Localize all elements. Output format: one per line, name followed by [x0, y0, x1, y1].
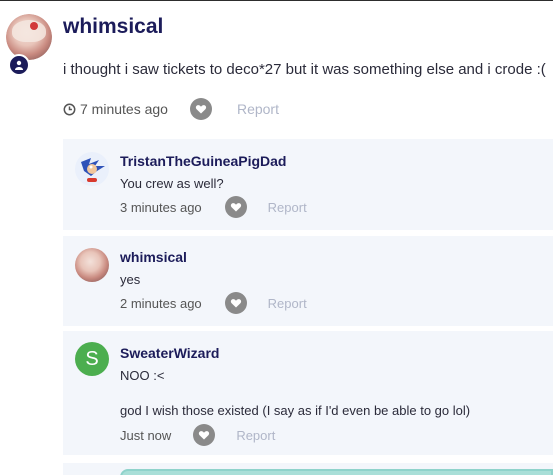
like-heart-icon[interactable] [224, 292, 247, 314]
reply-author-avatar[interactable] [75, 248, 109, 282]
reply-timestamp: 3 minutes ago [120, 199, 202, 215]
reply-meta: Just now Report [120, 424, 275, 446]
reply-input[interactable] [120, 469, 553, 475]
reply-author-name[interactable]: whimsical [120, 249, 187, 265]
avatar-letter: S [85, 347, 99, 370]
reply-author-avatar[interactable]: S [75, 342, 109, 376]
post-timestamp: 7 minutes ago [80, 101, 168, 117]
reply-author-avatar[interactable] [75, 152, 109, 186]
post-author-name[interactable]: whimsical [63, 15, 163, 39]
post-body: i thought i saw tickets to deco*27 but i… [63, 61, 546, 78]
like-heart-icon[interactable] [193, 424, 216, 446]
reply-item: whimsical yes 2 minutes ago Report [63, 236, 553, 326]
reply-item: TristanTheGuineaPigDad You crew as well?… [63, 139, 553, 230]
reply-body-line: god I wish those existed (I say as if I'… [120, 403, 471, 418]
like-heart-icon[interactable] [224, 196, 247, 218]
report-link[interactable]: Report [268, 200, 307, 215]
reply-timestamp: Just now [120, 427, 172, 443]
reply-timestamp: 2 minutes ago [120, 295, 202, 311]
reply-meta: 3 minutes ago Report [120, 196, 307, 218]
user-badge-icon [8, 54, 30, 76]
reply-item: S SweaterWizard NOO :< god I wish those … [63, 331, 553, 455]
post-author-avatar[interactable] [6, 14, 52, 60]
like-heart-icon[interactable] [189, 98, 212, 120]
reply-meta: 2 minutes ago Report [120, 292, 307, 314]
report-link[interactable]: Report [236, 428, 275, 443]
post-meta: 7 minutes ago Report [63, 98, 279, 120]
reply-author-name[interactable]: SweaterWizard [120, 345, 219, 361]
reply-body-line: NOO :< [120, 368, 165, 383]
reply-composer [63, 463, 553, 475]
reply-body: yes [120, 272, 141, 287]
reply-body: You crew as well? [120, 176, 224, 191]
report-link[interactable]: Report [237, 101, 279, 117]
reply-author-name[interactable]: TristanTheGuineaPigDad [120, 153, 286, 169]
clock-icon [63, 103, 76, 115]
top-divider [0, 0, 553, 1]
report-link[interactable]: Report [268, 296, 307, 311]
